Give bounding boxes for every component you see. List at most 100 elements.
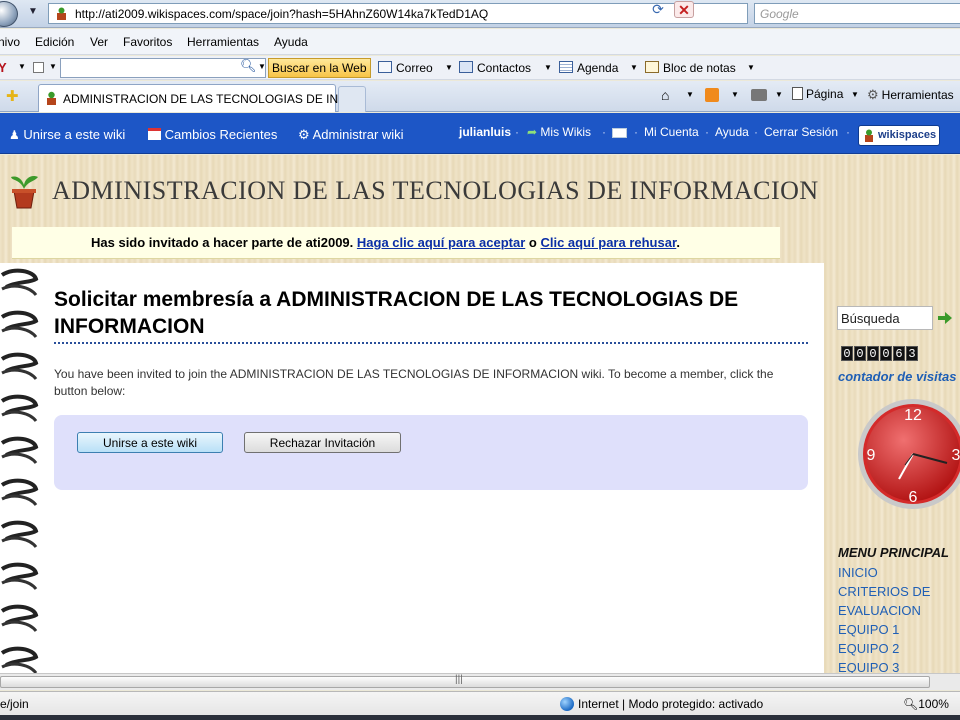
page-menu-label: Página [806, 87, 844, 101]
separator: · [602, 125, 606, 139]
messages-link[interactable] [612, 127, 627, 141]
toolbar-contacts[interactable]: Contactos [459, 61, 531, 75]
manage-wiki-link[interactable]: ⚙ Administrar wiki [298, 127, 404, 143]
separator: · [515, 125, 519, 139]
printer-icon[interactable] [751, 89, 767, 101]
reject-invitation-link[interactable]: Clic aquí para rehusar [540, 235, 676, 250]
clock-number: 9 [867, 447, 876, 464]
separator: · [634, 125, 638, 139]
menu-link-criterios[interactable]: CRITERIOS DE [838, 582, 930, 601]
chevron-down-icon[interactable]: ▼ [686, 90, 694, 99]
stop-icon[interactable]: ✕ [674, 1, 694, 18]
logout-link[interactable]: Cerrar Sesión [764, 125, 838, 139]
join-wiki-link[interactable]: ♟ Unirse a este wiki [9, 127, 125, 142]
toolbar-contacts-label: Contactos [477, 61, 532, 75]
tools-menu[interactable]: ⚙ Herramientas [867, 87, 954, 103]
search-icon[interactable]: 🔍︎ [240, 58, 257, 74]
counter-digit: 6 [893, 346, 905, 361]
my-wikis-link[interactable]: ➦ Mis Wikis [527, 125, 591, 139]
chevron-down-icon[interactable]: ▼ [851, 90, 859, 99]
chevron-down-icon[interactable]: ▼ [775, 90, 783, 99]
horizontal-scrollbar[interactable]: ||| [0, 673, 960, 690]
spiral-binding-decoration [0, 268, 39, 673]
accept-invitation-link[interactable]: Haga clic aquí para aceptar [357, 235, 525, 250]
globe-icon [560, 697, 574, 711]
zoom-level[interactable]: 🔍︎100% [903, 697, 949, 711]
chevron-down-icon[interactable]: ▼ [544, 63, 552, 72]
chevron-down-icon[interactable]: ▼ [49, 62, 57, 71]
join-wiki-button[interactable]: Unirse a este wiki [77, 432, 223, 453]
calendar-icon [559, 61, 573, 73]
wikispaces-logo[interactable]: wikispaces [858, 125, 940, 146]
home-icon[interactable]: ⌂ [661, 87, 669, 103]
manage-wiki-label: Administrar wiki [312, 127, 404, 142]
chevron-down-icon[interactable]: ▼ [258, 62, 266, 71]
search-web-button[interactable]: Buscar en la Web [268, 58, 371, 78]
new-tab-button[interactable] [338, 86, 366, 112]
tab-strip: ✚ ADMINISTRACION DE LAS TECNOLOGIAS DE I… [0, 81, 960, 112]
menu-view[interactable]: Ver [90, 35, 108, 49]
security-zone-label: Internet | Modo protegido: activado [578, 697, 764, 711]
chevron-down-icon[interactable]: ▼ [731, 90, 739, 99]
back-button[interactable] [0, 1, 18, 27]
counter-digit: 0 [841, 346, 853, 361]
yahoo-logo-icon[interactable]: Y [0, 60, 7, 75]
url-field[interactable]: http://ati2009.wikispaces.com/space/join… [48, 3, 748, 24]
plant-pot-icon [865, 129, 873, 142]
taskbar-edge [0, 715, 960, 720]
join-wiki-label: Unirse a este wiki [23, 127, 126, 142]
toolbar-calendar-label: Agenda [577, 61, 619, 75]
my-account-link[interactable]: Mi Cuenta [644, 125, 699, 139]
browser-search-input[interactable]: Google [754, 3, 960, 24]
site-title: ADMINISTRACION DE LAS TECNOLOGIAS DE INF… [52, 176, 819, 205]
spiral-ring [0, 268, 39, 297]
reject-invitation-button[interactable]: Rechazar Invitación [244, 432, 401, 453]
chevron-down-icon[interactable]: ▼ [445, 63, 453, 72]
menu-help[interactable]: Ayuda [274, 35, 308, 49]
spiral-ring [0, 520, 39, 549]
chevron-down-icon[interactable]: ▼ [630, 63, 638, 72]
tab-active[interactable]: ADMINISTRACION DE LAS TECNOLOGIAS DE INF… [38, 84, 354, 112]
menu-edit[interactable]: Edición [35, 35, 74, 49]
chevron-down-icon[interactable]: ▼ [28, 6, 38, 17]
plant-pot-icon [57, 7, 66, 20]
sidebar-search-input[interactable]: Búsqueda [837, 306, 933, 330]
menu-link-equipo-3[interactable]: EQUIPO 3 [838, 658, 930, 673]
intro-text: You have been invited to join the ADMINI… [54, 367, 774, 398]
toolbar-search-input[interactable] [60, 58, 266, 78]
visit-counter-label[interactable]: contador de visitas [838, 369, 956, 384]
favorites-star-icon[interactable]: ✚ [6, 87, 19, 105]
clock-number: 6 [909, 489, 918, 506]
menu-link-inicio[interactable]: INICIO [838, 563, 930, 582]
menu-tools[interactable]: Herramientas [187, 35, 259, 49]
toolbar-mail[interactable]: Correo [378, 61, 433, 75]
security-zone[interactable]: Internet | Modo protegido: activado [560, 697, 763, 711]
page-menu[interactable]: Página [792, 87, 843, 101]
chevron-down-icon[interactable]: ▼ [747, 63, 755, 72]
chevron-down-icon[interactable]: ▼ [18, 62, 26, 71]
invitation-end: . [676, 235, 680, 250]
help-link[interactable]: Ayuda [715, 125, 749, 139]
toolbar-calendar[interactable]: Agenda [559, 61, 618, 75]
grip-icon: ||| [455, 674, 463, 685]
separator: · [754, 125, 758, 139]
menu-link-evaluacion[interactable]: EVALUACION [838, 601, 930, 620]
url-text: http://ati2009.wikispaces.com/space/join… [75, 7, 489, 21]
toolbar-square-icon[interactable] [33, 62, 44, 73]
gear-icon: ⚙ [298, 127, 310, 142]
envelope-icon [378, 61, 392, 73]
menu-link-equipo-1[interactable]: EQUIPO 1 [838, 620, 930, 639]
menu-file[interactable]: nivo [0, 35, 20, 49]
menu-link-equipo-2[interactable]: EQUIPO 2 [838, 639, 930, 658]
page-heading: Solicitar membresía a ADMINISTRACION DE … [54, 286, 808, 344]
rss-feed-icon[interactable] [705, 88, 719, 102]
zoom-level-label: 100% [918, 697, 949, 711]
scrollbar-thumb[interactable]: ||| [0, 674, 930, 688]
recent-changes-link[interactable]: Cambios Recientes [148, 127, 277, 142]
menu-bar: nivo Edición Ver Favoritos Herramientas … [0, 29, 960, 55]
toolbar-notepad[interactable]: Bloc de notas [645, 61, 736, 75]
username[interactable]: julianluis [459, 125, 511, 139]
refresh-icon[interactable]: ⟳ [648, 1, 668, 18]
go-arrow-icon[interactable] [937, 311, 953, 325]
menu-favorites[interactable]: Favoritos [123, 35, 172, 49]
